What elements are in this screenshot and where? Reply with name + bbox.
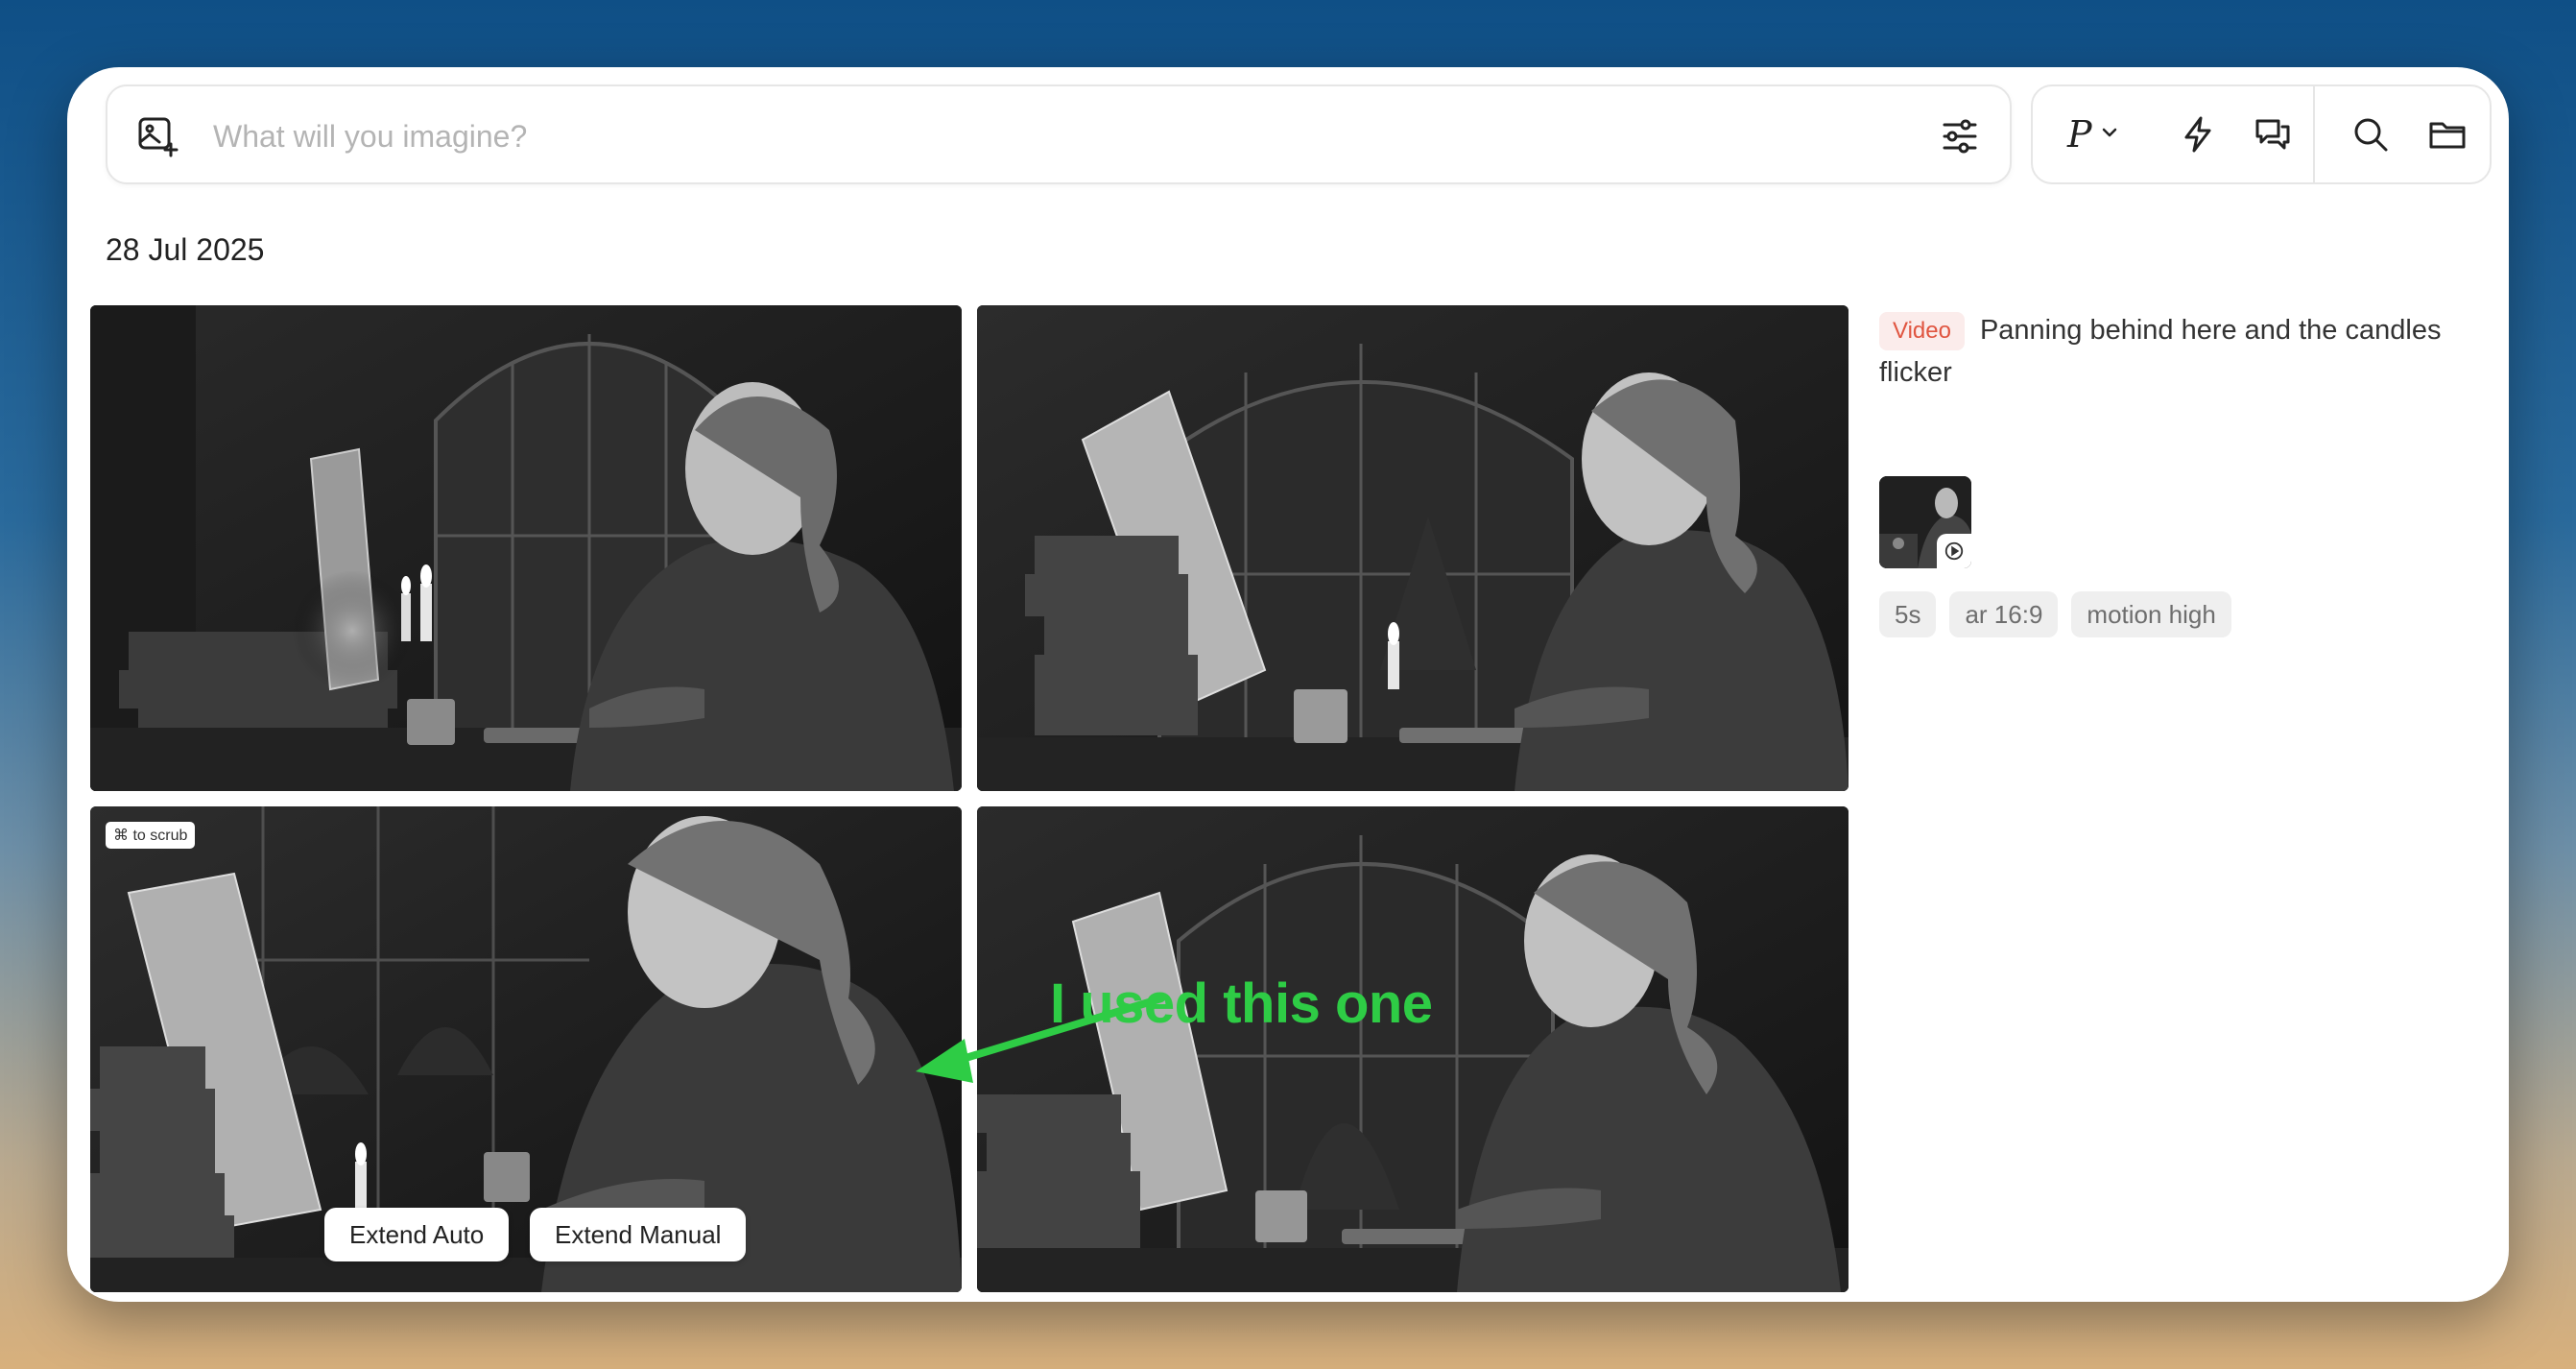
search-icon[interactable]	[2349, 113, 2392, 156]
prompt-bar	[106, 84, 2012, 184]
job-params: 5s ar 16:9 motion high	[1879, 591, 2231, 637]
extend-auto-button[interactable]: Extend Auto	[324, 1208, 510, 1261]
lightning-icon[interactable]	[2177, 113, 2219, 156]
chat-bubbles-icon[interactable]	[2252, 113, 2294, 156]
personalize-label: P	[2067, 113, 2092, 156]
param-aspect-ratio-chip[interactable]: ar 16:9	[1949, 591, 2059, 637]
folder-icon[interactable]	[2426, 113, 2469, 156]
video-type-tag: Video	[1879, 312, 1965, 351]
generated-video-3[interactable]: ⌘ to scrub Extend Auto Extend Manual	[90, 806, 962, 1292]
job-details-panel: Video Panning behind here and the candles…	[1879, 309, 2474, 637]
sliders-settings-icon[interactable]	[1939, 115, 1981, 157]
chevron-down-icon	[2100, 123, 2119, 147]
scrub-hint-badge: ⌘ to scrub	[106, 822, 196, 849]
generated-video-2[interactable]	[977, 305, 1849, 791]
annotation-text: I used this one	[1050, 973, 1433, 1035]
param-duration-chip[interactable]: 5s	[1879, 591, 1937, 637]
extend-manual-button[interactable]: Extend Manual	[530, 1208, 747, 1261]
generated-video-4[interactable]	[977, 806, 1849, 1292]
generated-video-1[interactable]	[90, 305, 962, 791]
prompt-input[interactable]	[211, 109, 1943, 163]
personalize-dropdown[interactable]: P	[2067, 108, 2119, 161]
app-window: P 28 Jul 2025	[67, 67, 2509, 1302]
job-thumbnail[interactable]	[1879, 476, 1971, 568]
job-prompt-line: Video Panning behind here and the candles…	[1879, 309, 2474, 394]
toolbar-group: P	[2031, 84, 2492, 184]
date-heading: 28 Jul 2025	[106, 232, 265, 267]
toolbar-divider	[2313, 86, 2315, 182]
play-icon	[1937, 534, 1971, 568]
add-image-icon[interactable]	[136, 115, 179, 157]
param-motion-chip[interactable]: motion high	[2071, 591, 2231, 637]
